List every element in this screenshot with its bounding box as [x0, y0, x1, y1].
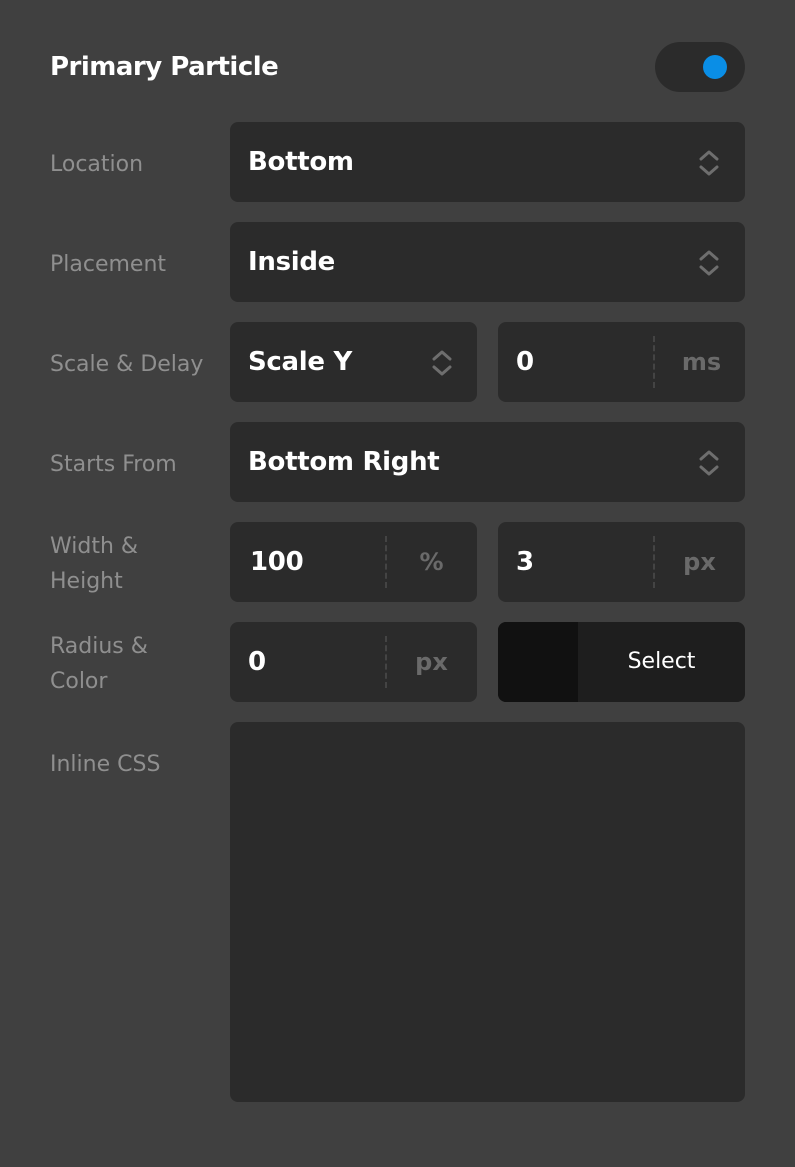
placement-select[interactable]: Inside: [230, 222, 745, 302]
scale-value: Scale Y: [248, 347, 353, 377]
width-unit: %: [419, 548, 444, 576]
height-value: 3: [516, 547, 534, 577]
scale-delay-label: Scale & Delay: [50, 352, 204, 377]
chevron-up-down-icon: [699, 150, 719, 176]
chevron-up-down-icon: [699, 250, 719, 276]
radius-input[interactable]: 0 px: [230, 622, 477, 702]
unit-divider: [653, 336, 655, 388]
color-picker[interactable]: Select: [498, 622, 745, 702]
unit-divider: [653, 536, 655, 588]
delay-value: 0: [516, 347, 534, 377]
radius-value: 0: [248, 647, 266, 677]
location-select[interactable]: Bottom: [230, 122, 745, 202]
width-input[interactable]: 100 %: [230, 522, 477, 602]
unit-divider: [385, 636, 387, 688]
delay-unit: ms: [681, 348, 722, 376]
location-value: Bottom: [248, 147, 354, 177]
unit-divider: [385, 536, 387, 588]
location-label: Location: [50, 152, 144, 177]
width-height-label: Width & Height: [50, 534, 139, 594]
scale-select[interactable]: Scale Y: [230, 322, 477, 402]
placement-label: Placement: [50, 252, 167, 277]
inline-css-textarea[interactable]: [230, 722, 745, 1102]
chevron-up-down-icon: [699, 450, 719, 476]
header-title: Primary Particle: [50, 52, 279, 82]
starts-from-value: Bottom Right: [248, 447, 440, 477]
radius-unit: px: [415, 648, 448, 676]
delay-input[interactable]: 0 ms: [498, 322, 745, 402]
enable-toggle[interactable]: [655, 42, 745, 92]
starts-from-label: Starts From: [50, 452, 177, 477]
toggle-knob: [703, 55, 727, 79]
placement-value: Inside: [248, 247, 336, 277]
radius-color-label: Radius & Color: [50, 634, 148, 694]
starts-from-select[interactable]: Bottom Right: [230, 422, 745, 502]
height-input[interactable]: 3 px: [498, 522, 745, 602]
color-swatch[interactable]: [498, 622, 578, 702]
color-select-button[interactable]: Select: [578, 622, 745, 702]
chevron-up-down-icon: [432, 350, 452, 376]
inline-css-label: Inline CSS: [50, 752, 161, 777]
width-value: 100: [250, 547, 304, 577]
height-unit: px: [683, 548, 716, 576]
